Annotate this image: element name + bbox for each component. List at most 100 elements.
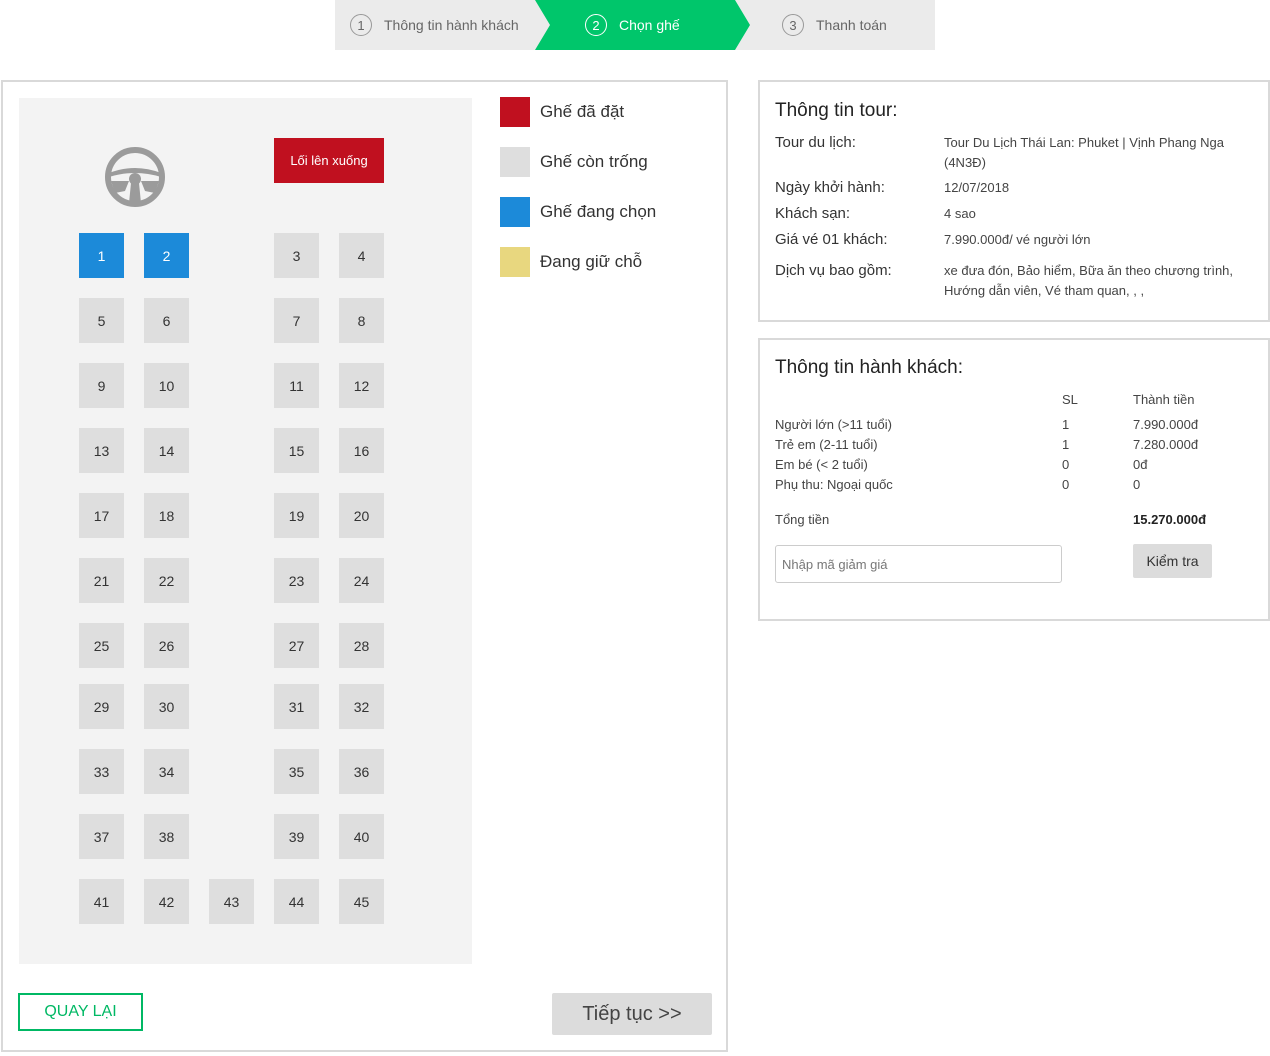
step-number: 1: [350, 14, 372, 36]
amount-column-header: Thành tiền: [1133, 392, 1195, 407]
seat-29[interactable]: 29: [79, 684, 124, 729]
departure-date-value: 12/07/2018: [944, 180, 1010, 195]
seat-6[interactable]: 6: [144, 298, 189, 343]
legend-holding: Đang giữ chỗ: [500, 247, 720, 277]
seat-41[interactable]: 41: [79, 879, 124, 924]
seat-5[interactable]: 5: [79, 298, 124, 343]
pax-row-qty: 1: [1062, 437, 1070, 452]
seat-7[interactable]: 7: [274, 298, 319, 343]
services-value: xe đưa đón, Bảo hiểm, Bữa ăn theo chương…: [944, 263, 1234, 298]
legend-booked: Ghế đã đặt: [500, 97, 720, 127]
pax-row-label: Em bé (< 2 tuổi): [775, 457, 868, 472]
seat-30[interactable]: 30: [144, 684, 189, 729]
seat-19[interactable]: 19: [274, 493, 319, 538]
seat-10[interactable]: 10: [144, 363, 189, 408]
tour-name-value: Tour Du Lịch Thái Lan: Phuket | Vịnh Pha…: [944, 135, 1224, 170]
seat-9[interactable]: 9: [79, 363, 124, 408]
seat-31[interactable]: 31: [274, 684, 319, 729]
seat-12[interactable]: 12: [339, 363, 384, 408]
continue-button[interactable]: Tiếp tục >>: [552, 993, 712, 1035]
seat-3[interactable]: 3: [274, 233, 319, 278]
promo-code-input[interactable]: [775, 545, 1062, 583]
seat-34[interactable]: 34: [144, 749, 189, 794]
legend-swatch-holding: [500, 247, 530, 277]
seat-42[interactable]: 42: [144, 879, 189, 924]
legend-label: Ghế còn trống: [540, 152, 648, 171]
step-choose-seat[interactable]: 2 Chọn ghế: [535, 0, 750, 50]
legend-available: Ghế còn trống: [500, 147, 720, 177]
pax-row-label: Trẻ em (2-11 tuổi): [775, 437, 878, 452]
seat-17[interactable]: 17: [79, 493, 124, 538]
pax-row-amount: 7.280.000đ: [1133, 437, 1199, 452]
seat-24[interactable]: 24: [339, 558, 384, 603]
legend-swatch-available: [500, 147, 530, 177]
entrance-exit-label: Lối lên xuống: [274, 138, 384, 183]
seat-45[interactable]: 45: [339, 879, 384, 924]
pax-row-label: Người lớn (>11 tuổi): [775, 417, 892, 432]
services-label: Dịch vụ bao gồm:: [775, 262, 892, 279]
pax-row-label: Phụ thu: Ngoại quốc: [775, 477, 893, 492]
price-value: 7.990.000đ/ vé người lớn: [944, 232, 1091, 247]
seat-25[interactable]: 25: [79, 623, 124, 668]
seat-20[interactable]: 20: [339, 493, 384, 538]
step-number: 3: [782, 14, 804, 36]
seat-33[interactable]: 33: [79, 749, 124, 794]
seat-11[interactable]: 11: [274, 363, 319, 408]
seat-21[interactable]: 21: [79, 558, 124, 603]
pax-row-amount: 7.990.000đ: [1133, 417, 1199, 432]
step-number: 2: [585, 14, 607, 36]
seat-39[interactable]: 39: [274, 814, 319, 859]
bus-seat-map: Lối lên xuống 1 2 3 4 5 6 7 8 9 10 11 12 13 14 15 16 17 1…: [19, 98, 472, 964]
seat-13[interactable]: 13: [79, 428, 124, 473]
step-label: Thanh toán: [816, 17, 887, 33]
seat-4[interactable]: 4: [339, 233, 384, 278]
tour-info-title: Thông tin tour:: [775, 100, 898, 121]
legend-selected: Ghế đang chọn: [500, 197, 720, 227]
seat-23[interactable]: 23: [274, 558, 319, 603]
check-promo-button[interactable]: Kiểm tra: [1133, 544, 1212, 578]
seat-14[interactable]: 14: [144, 428, 189, 473]
seat-37[interactable]: 37: [79, 814, 124, 859]
legend-label: Đang giữ chỗ: [540, 252, 643, 271]
step-label: Thông tin hành khách: [384, 17, 519, 33]
passenger-info-panel: Thông tin hành khách: SL Thành tiền Ngườ…: [758, 338, 1270, 621]
seat-22[interactable]: 22: [144, 558, 189, 603]
total-value: 15.270.000đ: [1133, 512, 1207, 527]
hotel-value: 4 sao: [944, 206, 976, 221]
seat-38[interactable]: 38: [144, 814, 189, 859]
total-label: Tổng tiền: [775, 512, 830, 527]
seat-32[interactable]: 32: [339, 684, 384, 729]
seat-15[interactable]: 15: [274, 428, 319, 473]
seat-18[interactable]: 18: [144, 493, 189, 538]
seat-43[interactable]: 43: [209, 879, 254, 924]
seat-36[interactable]: 36: [339, 749, 384, 794]
pax-row-amount: 0: [1133, 477, 1141, 492]
seat-16[interactable]: 16: [339, 428, 384, 473]
pax-row-amount: 0đ: [1133, 457, 1148, 472]
departure-date-label: Ngày khởi hành:: [775, 179, 885, 196]
price-label: Giá vé 01 khách:: [775, 231, 888, 248]
legend-label: Ghế đã đặt: [540, 102, 625, 121]
pax-row-qty: 0: [1062, 477, 1070, 492]
seat-35[interactable]: 35: [274, 749, 319, 794]
seat-44[interactable]: 44: [274, 879, 319, 924]
pax-row-qty: 0: [1062, 457, 1070, 472]
seat-selection-panel: Lối lên xuống 1 2 3 4 5 6 7 8 9 10 11 12 13 14 15 16 17 1…: [1, 80, 728, 1052]
legend-swatch-selected: [500, 197, 530, 227]
seat-26[interactable]: 26: [144, 623, 189, 668]
steering-wheel-icon: [103, 145, 167, 209]
step-payment[interactable]: 3 Thanh toán: [735, 0, 935, 50]
qty-column-header: SL: [1062, 392, 1078, 407]
tour-name-label: Tour du lịch:: [775, 134, 856, 151]
back-button[interactable]: QUAY LẠI: [18, 993, 143, 1031]
seat-1[interactable]: 1: [79, 233, 124, 278]
passenger-info-title: Thông tin hành khách:: [775, 357, 964, 378]
legend-swatch-booked: [500, 97, 530, 127]
seat-8[interactable]: 8: [339, 298, 384, 343]
seat-2[interactable]: 2: [144, 233, 189, 278]
step-passenger-info[interactable]: 1 Thông tin hành khách: [335, 0, 550, 50]
legend-label: Ghế đang chọn: [540, 202, 657, 221]
seat-40[interactable]: 40: [339, 814, 384, 859]
seat-28[interactable]: 28: [339, 623, 384, 668]
seat-27[interactable]: 27: [274, 623, 319, 668]
